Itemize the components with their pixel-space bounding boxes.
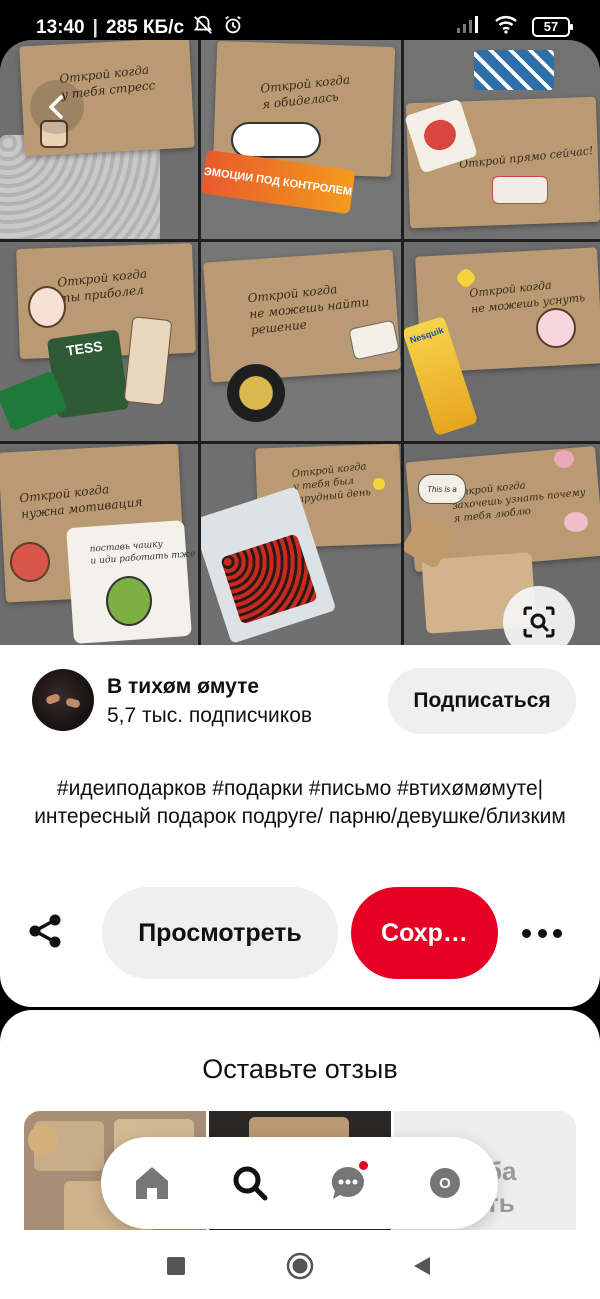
envelope-text: Открой когда у тебя был трудный день: [291, 461, 372, 506]
photo-tile: Открой когда у тебя был трудный день: [201, 444, 401, 645]
more-options-button[interactable]: [520, 913, 564, 953]
circle-icon: [286, 1252, 314, 1280]
status-right: 57: [456, 14, 573, 39]
nav-home[interactable]: [130, 1161, 174, 1205]
recents-button[interactable]: [162, 1252, 190, 1280]
save-button[interactable]: Сохр…: [351, 887, 498, 979]
heart-tag-text: This is a: [427, 484, 457, 494]
more-dot: [553, 928, 562, 938]
bell-off-icon: [192, 14, 214, 42]
wifi-icon: [494, 14, 518, 39]
nav-search[interactable]: [228, 1161, 272, 1205]
pin-details-card: В тихøм øмуте 5,7 тыс. подписчиков Подпи…: [0, 645, 600, 1007]
photo-tile: Открой когда у тебя стресс: [0, 40, 198, 239]
follow-button[interactable]: Подписаться: [388, 668, 576, 734]
status-speed: 285 КБ/с: [105, 17, 185, 38]
cloud-sticker: [231, 122, 321, 158]
status-left: 13:40 | 285 КБ/с: [36, 14, 244, 42]
photo-tile: Открой когда не можешь найти решение: [201, 242, 401, 441]
avatar-hand: [45, 692, 61, 706]
angel-sticker: [28, 286, 66, 328]
square-icon: [167, 1257, 185, 1275]
heart-stamp: [492, 176, 548, 204]
alarm-icon: [222, 14, 244, 42]
more-dot: [522, 928, 531, 938]
notification-dot: [359, 1161, 368, 1170]
photo-collage: Открой когда у тебя стресс Открой когда …: [0, 40, 600, 645]
signal-icon: [456, 14, 480, 39]
photo-tile: Открой когда я обиделась ЭМОЦИИ ПОД КОНТ…: [201, 40, 401, 239]
share-button[interactable]: [26, 911, 66, 951]
nav-profile[interactable]: О: [423, 1161, 467, 1205]
lens-search-icon: [523, 606, 555, 638]
triangle-back-icon: [414, 1257, 430, 1275]
tea-label: TESS: [65, 337, 104, 359]
bottom-navigation: О: [101, 1137, 498, 1229]
photo-tile: Открой когда ты приболел TESS: [0, 242, 198, 441]
cocoa-label: Nesquik: [408, 324, 445, 346]
status-time: 13:40: [36, 17, 85, 38]
profile-avatar: О: [430, 1168, 460, 1198]
coin: [227, 364, 285, 422]
share-icon: [29, 914, 61, 948]
photo-tile: Открой когда не можешь уснуть Nesquik: [404, 242, 600, 441]
candies: [474, 50, 554, 90]
status-divider: |: [92, 17, 98, 38]
home-system-button[interactable]: [286, 1252, 314, 1280]
angel-sticker: [536, 308, 576, 348]
heart-sticker: [554, 450, 574, 468]
heart-tag: This is a: [418, 474, 466, 504]
back-system-button[interactable]: [408, 1252, 436, 1280]
chevron-left-icon: [49, 95, 63, 119]
nav-messages[interactable]: [326, 1161, 370, 1205]
avatar-hand: [65, 697, 81, 709]
pin-image[interactable]: Открой когда у тебя стресс Открой когда …: [0, 40, 600, 645]
bookmark: [123, 316, 173, 406]
system-navigation-bar: [0, 1230, 600, 1299]
author-name[interactable]: В тихøм øмуте: [107, 675, 259, 699]
home-icon: [136, 1167, 168, 1199]
candy-label: ЭМОЦИИ ПОД КОНТРОЛЕМ: [203, 165, 353, 199]
monster-doodle: [106, 576, 152, 626]
author-avatar[interactable]: [32, 669, 94, 731]
heart-sticker: [564, 512, 588, 532]
thumb-hat: [28, 1125, 58, 1155]
search-icon: [233, 1166, 268, 1201]
girl-sticker: [10, 542, 50, 582]
view-button[interactable]: Просмотреть: [102, 887, 338, 979]
back-button[interactable]: [30, 80, 84, 134]
photo-tile: Открой когда нужна мотивация поставь чаш…: [0, 444, 198, 645]
review-title: Оставьте отзыв: [202, 1054, 398, 1084]
author-followers: 5,7 тыс. подписчиков: [107, 704, 313, 727]
battery-indicator: 57: [532, 16, 573, 37]
pin-description: #идеиподарков #подарки #письмо #втихøмøм…: [34, 777, 566, 828]
photo-tile: Открой прямо сейчас!: [404, 40, 600, 239]
more-dot: [537, 928, 547, 938]
